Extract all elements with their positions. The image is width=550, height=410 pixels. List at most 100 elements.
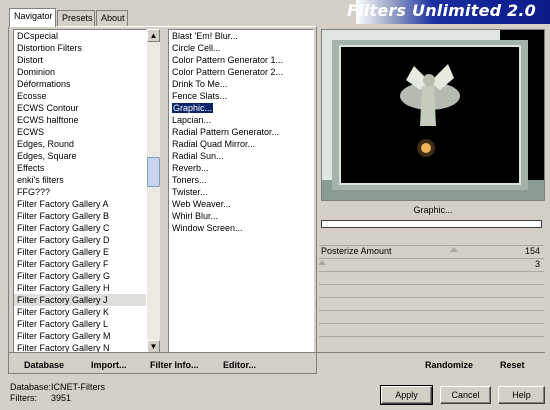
slider-5[interactable]: [319, 297, 544, 308]
category-item[interactable]: Filter Factory Gallery K: [14, 306, 146, 318]
randomize-button[interactable]: Randomize: [425, 360, 473, 370]
category-item[interactable]: DCspecial: [14, 30, 146, 42]
category-item[interactable]: Filter Factory Gallery F: [14, 258, 146, 270]
filter-item-label: Color Pattern Generator 1...: [172, 55, 284, 65]
filters-label: Filters:: [10, 393, 37, 403]
import-button[interactable]: Import...: [91, 360, 127, 370]
category-item[interactable]: Filter Factory Gallery L: [14, 318, 146, 330]
cancel-button[interactable]: Cancel: [440, 386, 491, 404]
slider-8[interactable]: [319, 336, 544, 347]
filter-item[interactable]: Reverb...: [169, 162, 313, 174]
category-item[interactable]: Distortion Filters: [14, 42, 146, 54]
divider: [8, 352, 545, 353]
filter-info-button[interactable]: Filter Info...: [150, 360, 199, 370]
category-item[interactable]: enki's filters: [14, 174, 146, 186]
title-banner: Filters Unlimited 2.0: [347, 0, 550, 24]
category-item[interactable]: Dominion: [14, 66, 146, 78]
category-item[interactable]: Filter Factory Gallery J: [14, 294, 146, 306]
category-item[interactable]: Filter Factory Gallery M: [14, 330, 146, 342]
category-scrollbar[interactable]: ▲ ▼: [147, 29, 160, 353]
slider-posterize-amount[interactable]: Posterize Amount 154: [319, 245, 544, 256]
slider-value: 154: [524, 246, 540, 256]
filter-item[interactable]: Lapcian...: [169, 114, 313, 126]
filter-item[interactable]: Radial Quad Mirror...: [169, 138, 313, 150]
database-label: Database:: [10, 382, 52, 392]
filter-item[interactable]: Circle Cell...: [169, 42, 313, 54]
category-item[interactable]: Effects: [14, 162, 146, 174]
filter-item-label: Toners...: [172, 175, 207, 185]
filter-item-label: Circle Cell...: [172, 43, 221, 53]
filter-item-label: Blast 'Em! Blur...: [172, 31, 238, 41]
filter-item-label: Twister...: [172, 187, 208, 197]
filter-list[interactable]: Blast 'Em! Blur... Circle Cell... Color Pa…: [168, 29, 314, 353]
category-item[interactable]: Ecosse: [14, 90, 146, 102]
preview-filter-name: Graphic...: [413, 205, 453, 215]
category-item[interactable]: Edges, Square: [14, 150, 146, 162]
filter-item-label: Lapcian...: [172, 115, 212, 125]
slider-label: Posterize Amount: [321, 246, 392, 256]
filter-item[interactable]: Web Weaver...: [169, 198, 313, 210]
category-item[interactable]: Filter Factory Gallery C: [14, 222, 146, 234]
filter-item-label: Graphic...: [172, 103, 214, 113]
filter-item-label: Reverb...: [172, 163, 209, 173]
filter-item-label: Radial Quad Mirror...: [172, 139, 256, 149]
slider-6[interactable]: [319, 310, 544, 321]
filter-item[interactable]: Drink To Me...: [169, 78, 313, 90]
filter-item-label: Fence Slats...: [172, 91, 228, 101]
filter-item[interactable]: Fence Slats...: [169, 90, 313, 102]
scroll-thumb[interactable]: [147, 157, 160, 187]
filter-item-label: Whirl Blur...: [172, 211, 219, 221]
filter-item-label: Color Pattern Generator 2...: [172, 67, 284, 77]
editor-button[interactable]: Editor...: [223, 360, 256, 370]
tab-about[interactable]: About: [96, 10, 128, 26]
filter-item-label: Radial Sun...: [172, 151, 224, 161]
slider-3[interactable]: [319, 271, 544, 282]
banner-title: Filters Unlimited 2.0: [347, 1, 536, 20]
help-button[interactable]: Help: [498, 386, 545, 404]
filter-item[interactable]: Graphic...: [169, 102, 313, 114]
category-item[interactable]: Filter Factory Gallery H: [14, 282, 146, 294]
slider-thumb[interactable]: [450, 247, 458, 252]
filter-item[interactable]: Color Pattern Generator 1...: [169, 54, 313, 66]
category-item[interactable]: FFG???: [14, 186, 146, 198]
filter-item-label: Radial Pattern Generator...: [172, 127, 280, 137]
scroll-up-button[interactable]: ▲: [147, 29, 160, 42]
tab-navigator[interactable]: Navigator: [9, 8, 56, 27]
slider-4[interactable]: [319, 284, 544, 295]
slider-7[interactable]: [319, 323, 544, 334]
filter-item[interactable]: Color Pattern Generator 2...: [169, 66, 313, 78]
category-item[interactable]: ECWS halftone: [14, 114, 146, 126]
filter-item[interactable]: Toners...: [169, 174, 313, 186]
category-item[interactable]: Déformations: [14, 78, 146, 90]
category-item[interactable]: Filter Factory Gallery E: [14, 246, 146, 258]
category-item[interactable]: Edges, Round: [14, 138, 146, 150]
reset-button[interactable]: Reset: [500, 360, 525, 370]
slider-2[interactable]: 3: [318, 258, 544, 269]
filter-item[interactable]: Twister...: [169, 186, 313, 198]
category-item[interactable]: Filter Factory Gallery B: [14, 210, 146, 222]
filter-item[interactable]: Radial Pattern Generator...: [169, 126, 313, 138]
database-button[interactable]: Database: [24, 360, 64, 370]
category-item[interactable]: Filter Factory Gallery D: [14, 234, 146, 246]
category-item[interactable]: ECWS: [14, 126, 146, 138]
apply-button[interactable]: Apply: [380, 385, 433, 405]
slider-thumb[interactable]: [318, 260, 326, 265]
filter-item[interactable]: Window Screen...: [169, 222, 313, 234]
filter-item[interactable]: Blast 'Em! Blur...: [169, 30, 313, 42]
slider-value: 3: [534, 259, 540, 269]
database-value: ICNET-Filters: [51, 382, 105, 392]
filters-value: 3951: [51, 393, 72, 403]
category-item[interactable]: ECWS Contour: [14, 102, 146, 114]
filter-item-label: Window Screen...: [172, 223, 243, 233]
preview-image: [322, 30, 544, 200]
category-item[interactable]: Distort: [14, 54, 146, 66]
category-item[interactable]: Filter Factory Gallery A: [14, 198, 146, 210]
category-item[interactable]: Filter Factory Gallery G: [14, 270, 146, 282]
filter-item[interactable]: Whirl Blur...: [169, 210, 313, 222]
category-list[interactable]: DCspecial Distortion Filters Distort Domini…: [13, 29, 147, 353]
tab-presets[interactable]: Presets: [57, 10, 95, 26]
preview-area[interactable]: [321, 29, 545, 201]
filter-item[interactable]: Radial Sun...: [169, 150, 313, 162]
filter-item-label: Web Weaver...: [172, 199, 231, 209]
filter-item-label: Drink To Me...: [172, 79, 228, 89]
